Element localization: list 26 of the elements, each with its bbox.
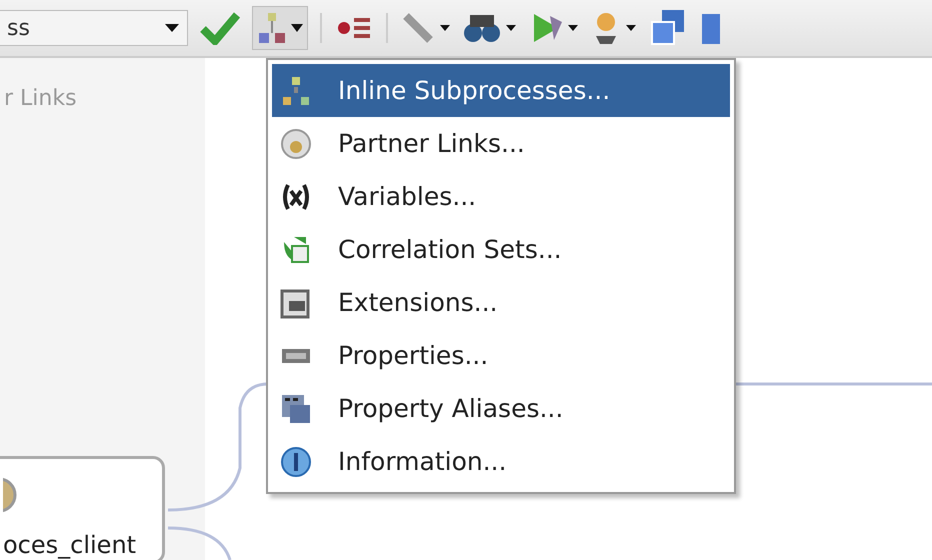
caret-icon bbox=[291, 24, 303, 32]
panel-label: r Links bbox=[3, 85, 78, 111]
caret-icon[interactable] bbox=[506, 25, 516, 31]
menu-item[interactable]: Variables... bbox=[272, 170, 730, 223]
hierarchy-icon bbox=[280, 74, 312, 106]
connector-line bbox=[168, 526, 232, 560]
alias-icon bbox=[280, 392, 312, 424]
caret-icon[interactable] bbox=[568, 25, 578, 31]
menu-item[interactable]: Inline Subprocesses... bbox=[272, 64, 730, 117]
hierarchy-tool-button[interactable] bbox=[252, 6, 308, 50]
info-icon bbox=[280, 446, 312, 478]
menu-item[interactable]: Correlation Sets... bbox=[272, 223, 730, 276]
caret-icon[interactable] bbox=[440, 25, 450, 31]
checkmark-icon[interactable] bbox=[200, 11, 240, 45]
menu-item[interactable]: Information... bbox=[272, 435, 730, 488]
caret-icon[interactable] bbox=[626, 25, 636, 31]
menu-item[interactable]: Properties... bbox=[272, 329, 730, 382]
node-label: oces_client bbox=[3, 531, 136, 559]
partner-link-node[interactable]: oces_client bbox=[0, 456, 165, 560]
hierarchy-icon bbox=[257, 11, 287, 45]
menu-item[interactable]: Partner Links... bbox=[272, 117, 730, 170]
menu-item[interactable]: Property Aliases... bbox=[272, 382, 730, 435]
process-combo-box[interactable]: ss bbox=[0, 10, 188, 46]
menu-item[interactable]: Extensions... bbox=[272, 276, 730, 329]
dropdown-arrow-icon bbox=[165, 24, 179, 32]
extension-icon bbox=[280, 286, 312, 318]
